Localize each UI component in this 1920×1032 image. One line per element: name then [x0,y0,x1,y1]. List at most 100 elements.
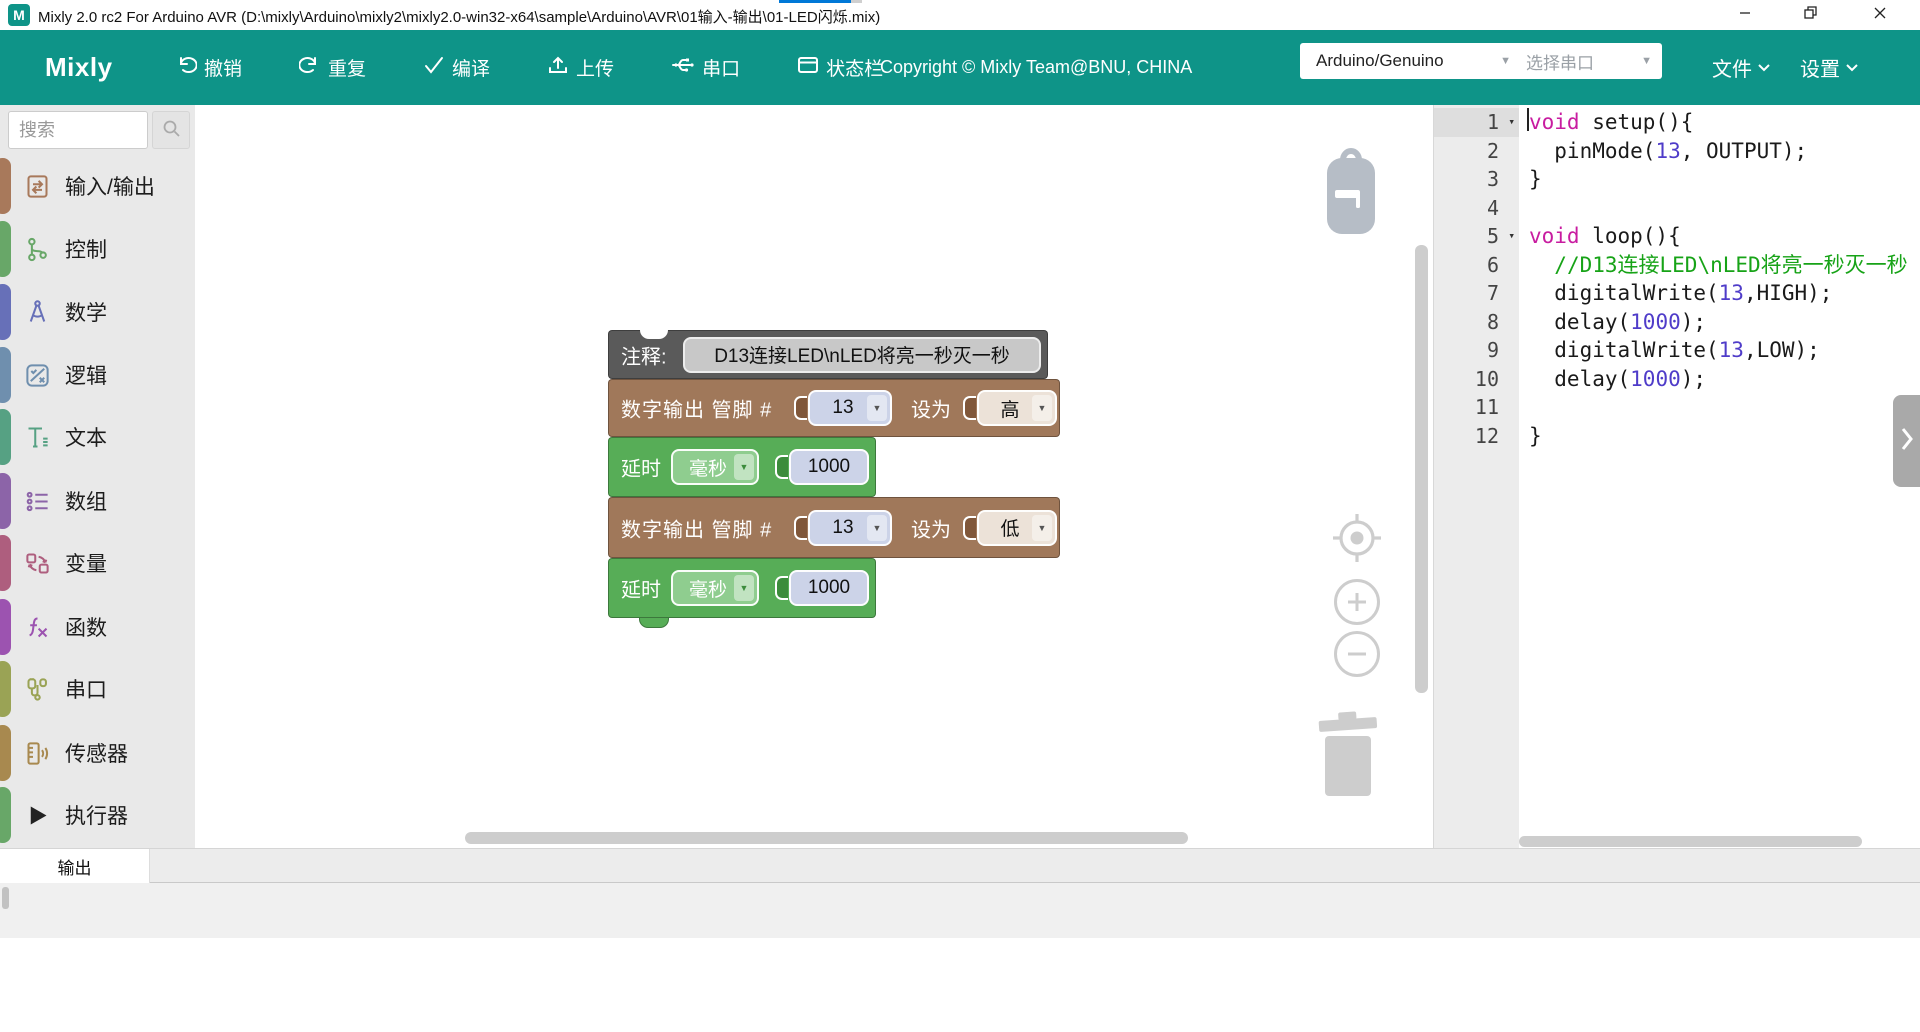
category-label: 数学 [65,297,107,327]
fold-toggle-icon[interactable]: ▾ [1508,108,1515,137]
sidebar-item-variable[interactable]: 变量 [0,540,195,586]
block-delay[interactable]: 延时 毫秒 ▼ 1000 [608,558,876,618]
block-label: 延时 [621,574,661,603]
sidebar-item-text[interactable]: 文本 [0,414,195,460]
code-editor: void setup(){ pinMode(13, OUTPUT); } voi… [1519,105,1920,848]
pin-dropdown[interactable]: 13 ▼ [808,390,892,426]
category-label: 执行器 [65,800,128,830]
search-input[interactable] [8,111,148,149]
category-color-pill [0,725,11,781]
category-color-pill [0,473,11,529]
undo-button[interactable]: 撤销 [175,54,242,82]
trash-icon[interactable] [1315,710,1381,803]
category-color-pill [0,347,11,403]
compile-label: 编译 [452,54,490,81]
gutter-line: 3 [1434,165,1519,194]
output-tab-label: 输出 [58,854,92,879]
unit-dropdown[interactable]: 毫秒 ▼ [671,570,759,606]
code-line: digitalWrite(13,HIGH); [1519,279,1920,308]
blockly-workspace[interactable]: 注释: D13连接LED\nLED将亮一秒灭一秒 数字输出 管脚 # 13 ▼ … [195,105,1433,848]
brand-logo: Mixly [45,30,113,105]
block-digital-write-high[interactable]: 数字输出 管脚 # 13 ▼ 设为 高 ▼ [608,379,1060,437]
sidebar-item-function[interactable]: 函数 [0,604,195,650]
sidebar-item-logic[interactable]: 逻辑 [0,352,195,398]
code-horizontal-scrollbar[interactable] [1519,836,1862,847]
ms-value: 1000 [808,456,850,478]
comment-text-field[interactable]: D13连接LED\nLED将亮一秒灭一秒 [683,337,1041,373]
compile-button[interactable]: 编译 [423,54,490,82]
block-label: 设为 [911,513,951,542]
logic-icon [24,362,51,389]
sidebar-item-actuator[interactable]: 执行器 [0,792,195,838]
close-button[interactable] [1857,0,1903,30]
chevron-down-icon: ▼ [1641,55,1652,67]
sidebar-item-serial[interactable]: 串口 [0,666,195,712]
statusbar-button[interactable]: 状态栏 [797,54,883,82]
file-menu[interactable]: 文件 [1712,30,1771,105]
zoom-reset-crosshair-icon[interactable] [1329,510,1385,571]
backpack-icon[interactable] [1326,138,1376,241]
redo-button[interactable]: 重复 [299,54,366,82]
sidebar-item-array[interactable]: 数组 [0,478,195,524]
usb-icon [671,54,695,82]
ms-value-field[interactable]: 1000 [789,449,869,485]
restore-button[interactable] [1787,0,1833,30]
main-toolbar: Mixly 撤销 重复 编译 上传 串口 [0,30,1920,105]
settings-menu[interactable]: 设置 [1800,30,1859,105]
block-label: 设为 [911,394,951,423]
search-icon [161,118,181,143]
category-label: 数组 [65,486,107,516]
titlebar: M Mixly 2.0 rc2 For Arduino AVR (D:\mixl… [0,0,1920,30]
block-digital-write-low[interactable]: 数字输出 管脚 # 13 ▼ 设为 低 ▼ [608,497,1060,558]
code-line: void loop(){ [1519,222,1920,251]
panel-expand-handle[interactable] [1893,395,1920,487]
level-dropdown[interactable]: 低 ▼ [977,510,1057,546]
pin-dropdown[interactable]: 13 ▼ [808,510,892,546]
sidebar-item-math[interactable]: 数学 [0,289,195,335]
category-color-pill [0,284,11,340]
level-dropdown[interactable]: 高 ▼ [977,390,1057,426]
upload-button[interactable]: 上传 [547,54,614,82]
compass-icon [24,299,51,326]
code-line: delay(1000); [1519,365,1920,394]
block-label: 数字输出 管脚 # [621,513,772,542]
sidebar-item-input-output[interactable]: 输入/输出 [0,163,195,209]
fold-toggle-icon[interactable]: ▾ [1508,222,1515,251]
file-menu-label: 文件 [1712,53,1752,82]
code-line [1519,393,1920,422]
port-select-value: 选择串口 [1526,49,1594,74]
unit-dropdown[interactable]: 毫秒 ▼ [671,449,759,485]
zoom-in-button[interactable] [1334,579,1380,625]
sidebar-item-control[interactable]: 控制 [0,226,195,272]
block-label: 数字输出 管脚 # [621,394,772,423]
minimize-button[interactable] [1722,0,1768,30]
category-color-pill [0,221,11,277]
block-label: 注释: [621,340,667,369]
search-button[interactable] [152,111,190,149]
board-select[interactable]: Arduino/Genuino ▼ [1300,43,1521,79]
port-select[interactable]: 选择串口 ▼ [1510,43,1662,79]
minimize-icon [1739,6,1751,24]
code-line: pinMode(13, OUTPUT); [1519,137,1920,166]
block-category-sidebar: 输入/输出 控制 数学 逻辑 文本 [0,105,195,848]
tab-output[interactable]: 输出 [0,849,150,883]
unit-value: 毫秒 [689,454,727,481]
ms-value-field[interactable]: 1000 [789,570,869,606]
code-line: delay(1000); [1519,308,1920,337]
serial-label: 串口 [702,54,740,81]
block-comment[interactable]: 注释: D13连接LED\nLED将亮一秒灭一秒 [608,330,1048,379]
serial-monitor-button[interactable]: 串口 [671,54,740,82]
mixly-app: M Mixly 2.0 rc2 For Arduino AVR (D:\mixl… [0,0,1920,1032]
canvas-horizontal-scrollbar[interactable] [465,832,1188,844]
block-bottom-tab [639,618,669,628]
sidebar-item-sensor[interactable]: 传感器 [0,730,195,776]
output-vertical-scrollbar[interactable] [2,887,9,909]
block-delay[interactable]: 延时 毫秒 ▼ 1000 [608,437,876,497]
category-label: 函数 [65,612,107,642]
canvas-vertical-scrollbar[interactable] [1415,245,1428,693]
zoom-out-button[interactable] [1334,631,1380,677]
gutter-line: 2 [1434,137,1519,166]
level-value: 低 [1000,514,1019,541]
gutter-line: 9 [1434,336,1519,365]
sensor-icon [24,740,51,767]
